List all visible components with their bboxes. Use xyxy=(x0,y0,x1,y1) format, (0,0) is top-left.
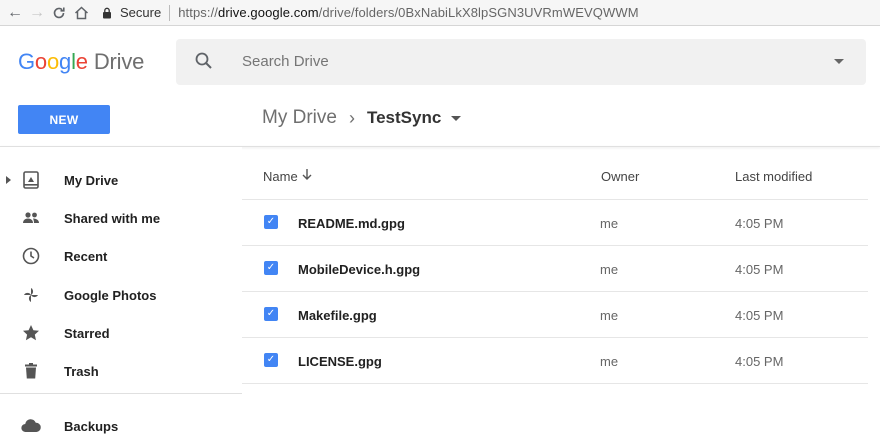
lock-icon[interactable] xyxy=(102,7,116,19)
search-box[interactable]: Search Drive xyxy=(176,39,866,85)
breadcrumb: My Drive › TestSync xyxy=(262,107,462,129)
sidebar-item-label: Trash xyxy=(64,363,99,379)
url-host: drive.google.com xyxy=(218,5,319,20)
url-scheme: https:// xyxy=(178,5,219,20)
sidebar-item-label: Shared with me xyxy=(64,210,161,226)
file-owner: me xyxy=(600,354,619,369)
column-header-name[interactable]: Name xyxy=(263,169,298,184)
sidebar-item-label: Google Photos xyxy=(64,287,157,303)
file-list: Name Owner Last modified ✓ README.md.gpg… xyxy=(242,147,880,445)
sidebar: My Drive Shared with me Recent Google Ph… xyxy=(0,147,242,445)
logo-letter: o xyxy=(46,49,60,74)
pinwheel-icon xyxy=(20,284,42,306)
file-modified: 4:05 PM xyxy=(735,216,784,231)
file-modified: 4:05 PM xyxy=(735,354,784,369)
file-modified: 4:05 PM xyxy=(735,308,784,323)
chevron-right-icon: › xyxy=(348,107,355,128)
column-header-owner[interactable]: Owner xyxy=(601,169,639,184)
address-bar[interactable]: https://drive.google.com/drive/folders/0… xyxy=(178,5,638,20)
people-icon xyxy=(20,207,42,229)
expand-arrow-icon[interactable] xyxy=(6,176,11,184)
search-options-icon[interactable] xyxy=(834,59,844,64)
breadcrumb-current[interactable]: TestSync xyxy=(367,108,441,128)
sidebar-item-label: Recent xyxy=(64,248,108,264)
sidebar-item-my-drive[interactable]: My Drive xyxy=(0,162,242,198)
file-name: LICENSE.gpg xyxy=(298,354,382,369)
file-checkbox-icon[interactable]: ✓ xyxy=(264,307,278,321)
file-checkbox-icon[interactable]: ✓ xyxy=(264,215,278,229)
search-input[interactable]: Search Drive xyxy=(242,53,329,70)
star-icon xyxy=(20,322,42,344)
sidebar-item-backups[interactable]: Backups xyxy=(0,408,242,444)
home-icon[interactable] xyxy=(70,2,92,24)
sidebar-item-starred[interactable]: Starred xyxy=(0,315,242,351)
file-checkbox-icon[interactable]: ✓ xyxy=(264,353,278,367)
logo-letter: g xyxy=(59,49,72,74)
sidebar-item-recent[interactable]: Recent xyxy=(0,238,242,274)
cloud-icon xyxy=(20,415,42,437)
table-header: Name Owner Last modified xyxy=(242,147,880,191)
logo-letter: G xyxy=(18,49,35,74)
file-modified: 4:05 PM xyxy=(735,262,784,277)
logo-product: Drive xyxy=(93,49,145,74)
sidebar-item-trash[interactable]: Trash xyxy=(0,353,242,389)
sidebar-item-shared-with-me[interactable]: Shared with me xyxy=(0,200,242,236)
file-name: Makefile.gpg xyxy=(298,308,377,323)
clock-icon xyxy=(20,245,42,267)
trash-icon xyxy=(20,360,42,382)
column-header-last-modified[interactable]: Last modified xyxy=(735,169,812,184)
logo-letter: o xyxy=(34,49,47,74)
search-icon[interactable] xyxy=(194,51,214,76)
my-drive-icon xyxy=(20,169,42,191)
sidebar-item-google-photos[interactable]: Google Photos xyxy=(0,277,242,313)
address-separator xyxy=(169,4,171,21)
table-row[interactable]: ✓ README.md.gpg me 4:05 PM xyxy=(242,200,868,246)
reload-icon[interactable] xyxy=(48,2,70,24)
file-owner: me xyxy=(600,262,619,277)
back-icon[interactable]: ← xyxy=(4,2,26,24)
browser-toolbar: ← → Secure https://drive.google.com/driv… xyxy=(0,0,880,26)
file-owner: me xyxy=(600,308,619,323)
sort-arrow-down-icon[interactable] xyxy=(302,168,312,183)
new-button[interactable]: NEW xyxy=(18,105,110,134)
secure-label[interactable]: Secure xyxy=(120,5,161,20)
sidebar-item-label: Starred xyxy=(64,325,110,341)
chevron-down-icon[interactable] xyxy=(451,115,462,121)
app-header: Google Drive Search Drive xyxy=(0,27,880,93)
file-checkbox-icon[interactable]: ✓ xyxy=(264,261,278,275)
table-row[interactable]: ✓ LICENSE.gpg me 4:05 PM xyxy=(242,338,868,384)
table-row[interactable]: ✓ MobileDevice.h.gpg me 4:05 PM xyxy=(242,246,868,292)
google-drive-logo[interactable]: Google Drive xyxy=(18,49,144,75)
sidebar-divider xyxy=(0,393,242,394)
file-owner: me xyxy=(600,216,619,231)
logo-letter: e xyxy=(75,49,88,74)
sidebar-item-label: Backups xyxy=(64,418,119,434)
file-name: README.md.gpg xyxy=(298,216,405,231)
breadcrumb-root[interactable]: My Drive xyxy=(262,107,337,129)
url-path: /drive/folders/0BxNabiLkX8lpSGN3UVRmWEVQ… xyxy=(318,5,639,20)
sidebar-item-label: My Drive xyxy=(64,172,119,188)
forward-icon[interactable]: → xyxy=(26,2,48,24)
file-name: MobileDevice.h.gpg xyxy=(298,262,421,277)
table-row[interactable]: ✓ Makefile.gpg me 4:05 PM xyxy=(242,292,868,338)
